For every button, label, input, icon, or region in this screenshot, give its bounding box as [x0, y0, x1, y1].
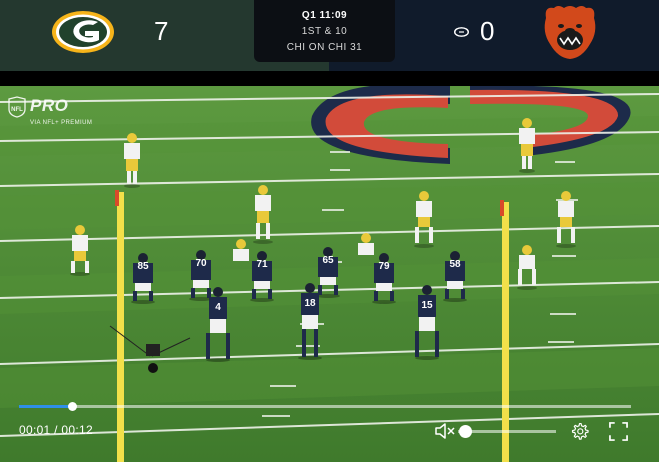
down-and-distance: 1ST & 10	[301, 26, 348, 37]
volume-muted-icon[interactable]	[434, 422, 456, 440]
jersey-number: 58	[449, 259, 461, 270]
volume-handle[interactable]	[458, 425, 472, 438]
jersey-number: 79	[378, 261, 390, 272]
jersey-number: 70	[195, 258, 207, 269]
video-player[interactable]: 85 70 71 65 79 58 4 18 15 NFL PRO VIA NF…	[0, 86, 659, 462]
football-icon	[454, 27, 469, 37]
home-score: 7	[154, 16, 169, 46]
scoreboard: 7 0 Q1 11:09 1ST & 10 CHI ON CHI 31	[0, 0, 659, 71]
watermark-subtitle: VIA NFL+ PREMIUM	[30, 120, 93, 126]
nfl-shield-icon: NFL	[8, 96, 26, 118]
down-marker-pole-right	[502, 202, 509, 462]
seek-bar[interactable]	[19, 402, 631, 411]
fullscreen-icon[interactable]	[609, 422, 628, 441]
away-score: 0	[480, 16, 495, 46]
jersey-number: 85	[137, 261, 149, 272]
svg-text:NFL: NFL	[11, 107, 23, 113]
jersey-number: 65	[322, 255, 334, 266]
jersey-number: 4	[215, 302, 221, 313]
seek-handle[interactable]	[67, 402, 77, 411]
down-marker-pole-left	[117, 192, 124, 462]
bears-logo-icon	[544, 6, 596, 59]
jersey-number: 18	[304, 298, 316, 309]
seek-progress	[19, 405, 72, 408]
volume-slider[interactable]	[458, 425, 556, 438]
jersey-number: 71	[256, 259, 268, 270]
quarter-clock: Q1 11:09	[301, 10, 348, 21]
packers-logo-icon	[52, 11, 114, 53]
pro-brand-text: PRO	[30, 96, 69, 115]
field-position: CHI ON CHI 31	[286, 42, 363, 53]
jersey-number: 15	[421, 300, 433, 311]
gear-icon[interactable]	[570, 422, 589, 441]
game-info-panel: Q1 11:09 1ST & 10 CHI ON CHI 31	[254, 0, 395, 62]
time-display: 00:01 / 00:12	[19, 423, 93, 437]
